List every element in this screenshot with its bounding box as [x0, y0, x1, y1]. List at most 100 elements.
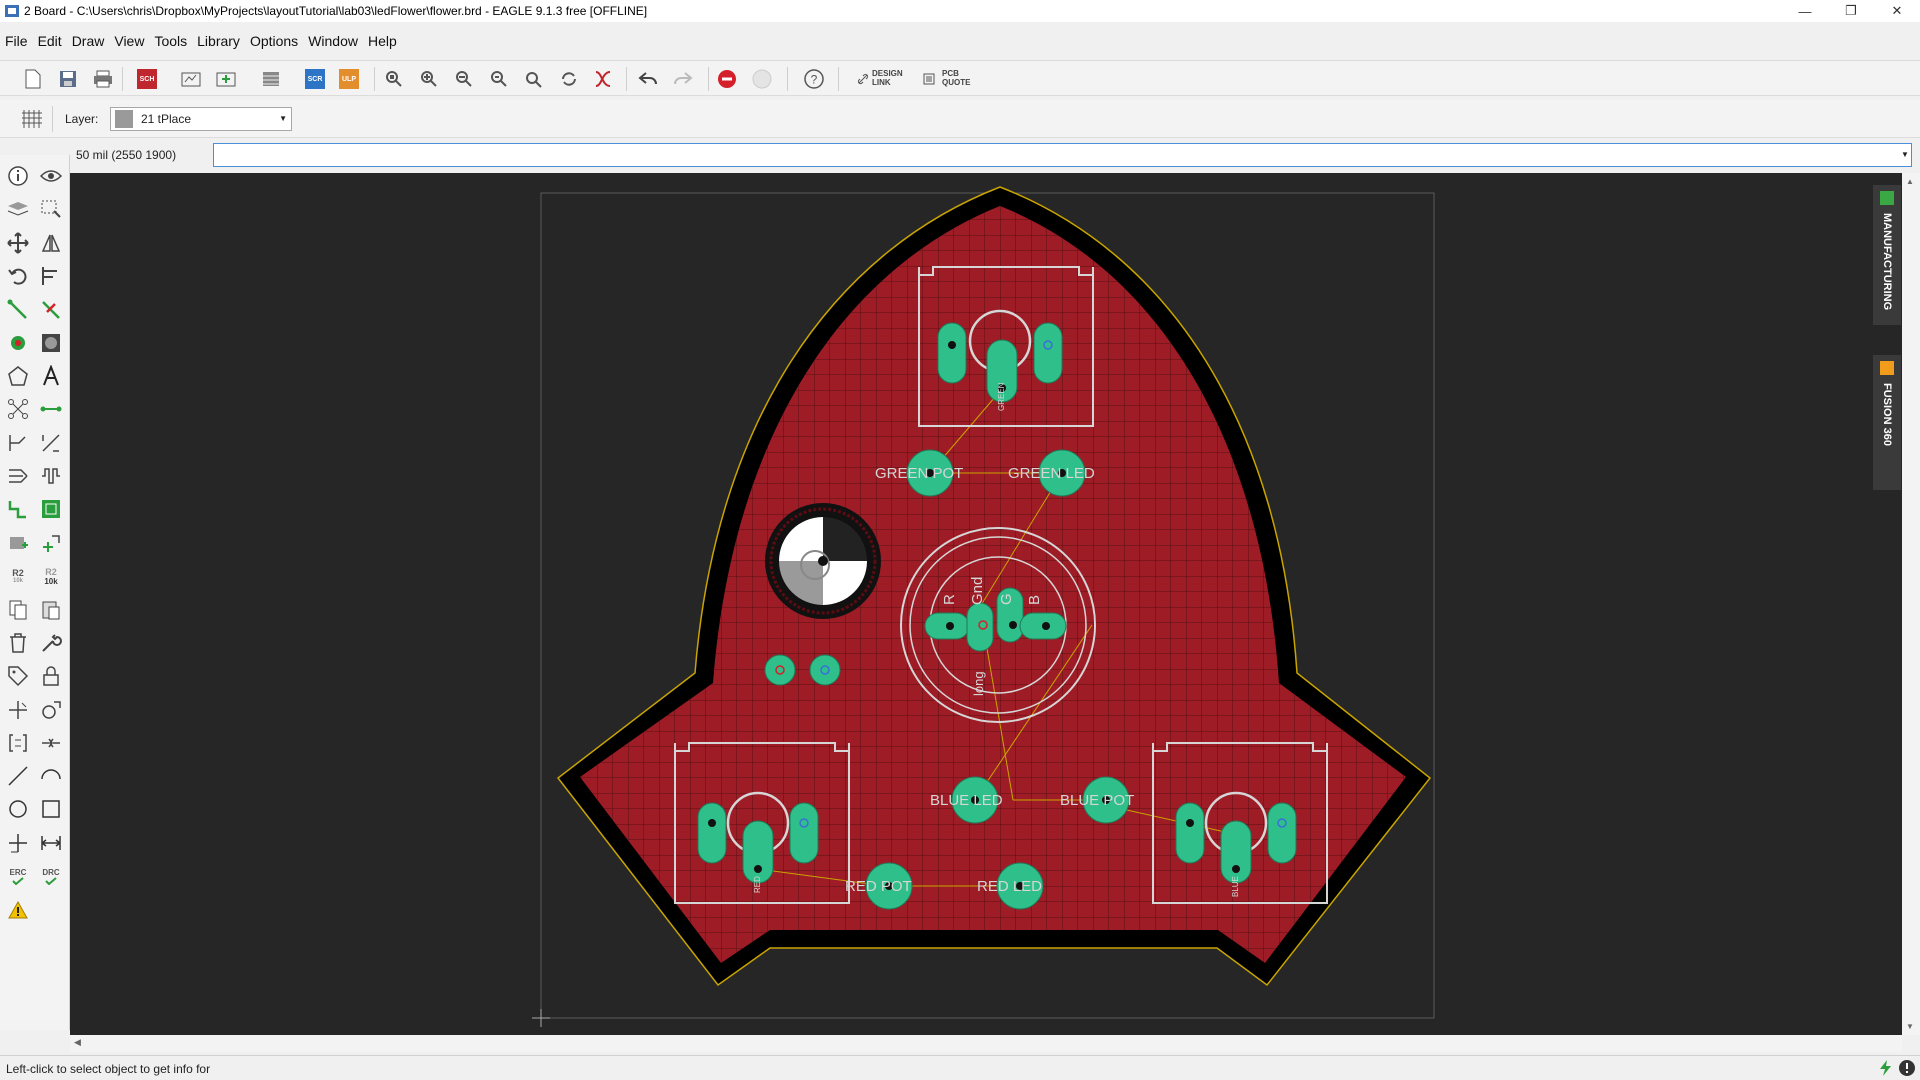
dimension-icon[interactable]	[38, 830, 64, 856]
alert-icon[interactable]	[1898, 1059, 1916, 1077]
show-icon[interactable]	[38, 163, 64, 189]
command-history-dropdown-icon[interactable]: ▼	[1901, 150, 1909, 159]
paste-icon[interactable]	[38, 597, 64, 623]
name-tool[interactable]: R2 10k	[5, 563, 31, 589]
link-icon[interactable]	[856, 67, 870, 91]
join-icon[interactable]	[38, 730, 64, 756]
value-tool[interactable]: R2 10k	[38, 563, 64, 589]
right-scrollbar[interactable]: ▲ ▼	[1902, 173, 1920, 1035]
export-icon[interactable]	[213, 67, 239, 91]
command-input[interactable]	[213, 143, 1912, 167]
fusion-360-tab[interactable]: FUSION 360	[1873, 355, 1901, 490]
align-icon[interactable]	[38, 263, 64, 289]
group-select-icon[interactable]	[38, 196, 64, 222]
replace-icon[interactable]	[38, 530, 64, 556]
horizontal-scrollbar[interactable]: ◀	[70, 1035, 1902, 1052]
layer-stack-icon[interactable]	[258, 67, 284, 91]
pcb-quote-icon[interactable]	[922, 67, 936, 91]
info-icon[interactable]	[5, 163, 31, 189]
menu-draw[interactable]: Draw	[67, 33, 110, 49]
split-icon[interactable]	[38, 430, 64, 456]
mark-icon[interactable]	[5, 830, 31, 856]
menu-options[interactable]: Options	[245, 33, 303, 49]
zoom-last-icon[interactable]	[521, 67, 547, 91]
autorouter-icon[interactable]	[5, 496, 31, 522]
move-icon[interactable]	[5, 230, 31, 256]
layer-select[interactable]: 21 tPlace ▼	[110, 107, 292, 131]
layer-color-swatch	[115, 110, 133, 128]
redo-icon[interactable]	[670, 67, 696, 91]
arc-icon[interactable]	[38, 763, 64, 789]
ratsnest-icon[interactable]	[590, 67, 616, 91]
circle-icon[interactable]	[5, 796, 31, 822]
print-icon[interactable]	[90, 67, 116, 91]
mounting-hole[interactable]	[765, 503, 881, 619]
schematic-icon[interactable]: SCH	[134, 67, 160, 91]
redraw-icon[interactable]	[556, 67, 582, 91]
manufacturing-tab[interactable]: MANUFACTURING	[1873, 185, 1901, 325]
stop-icon[interactable]	[714, 67, 740, 91]
rgb-led-footprint[interactable]: R Gnd G B long	[900, 527, 1096, 723]
ratsnest-tool-icon[interactable]	[38, 496, 64, 522]
text-icon[interactable]	[38, 363, 64, 389]
go-icon[interactable]	[749, 67, 775, 91]
rotate-icon[interactable]	[5, 263, 31, 289]
menu-edit[interactable]: Edit	[33, 33, 67, 49]
wire-icon[interactable]	[38, 396, 64, 422]
line-icon[interactable]	[5, 763, 31, 789]
meander-icon[interactable]	[38, 463, 64, 489]
optimize-icon[interactable]	[5, 463, 31, 489]
smash-icon[interactable]	[5, 697, 31, 723]
swap-icon[interactable]	[38, 697, 64, 723]
copy-icon[interactable]	[5, 597, 31, 623]
drc-button[interactable]: DRC	[38, 863, 64, 889]
miter-icon[interactable]	[5, 430, 31, 456]
add-icon[interactable]	[5, 530, 31, 556]
attribute-icon[interactable]	[5, 663, 31, 689]
manufacturing-icon	[1880, 191, 1894, 205]
zoom-in-icon[interactable]	[416, 67, 442, 91]
route-icon[interactable]	[5, 297, 31, 323]
blue-led-label: BLUE LED	[930, 792, 1003, 809]
rectangle-icon[interactable]	[38, 796, 64, 822]
chevron-down-icon: ▼	[279, 114, 287, 123]
menu-file[interactable]: File	[0, 33, 33, 49]
pcb-quote-label[interactable]: PCB QUOTE	[942, 69, 970, 87]
change-icon[interactable]	[38, 630, 64, 656]
ulp-icon[interactable]: ULP	[336, 67, 362, 91]
close-button[interactable]: ✕	[1874, 0, 1920, 22]
script-icon[interactable]: SCR	[302, 67, 328, 91]
board-canvas[interactable]: GREEN GREEN POT GREEN LED R Gnd G B long…	[70, 173, 1902, 1035]
menu-library[interactable]: Library	[192, 33, 245, 49]
menu-window[interactable]: Window	[303, 33, 363, 49]
minimize-button[interactable]: —	[1782, 0, 1828, 22]
erc-button[interactable]: ERC	[5, 863, 31, 889]
menu-view[interactable]: View	[109, 33, 149, 49]
design-link-label[interactable]: DESIGN LINK	[872, 69, 903, 87]
delete-icon[interactable]	[5, 630, 31, 656]
menu-help[interactable]: Help	[363, 33, 402, 49]
layers-icon[interactable]	[5, 196, 31, 222]
signal-icon[interactable]	[5, 396, 31, 422]
ripup-icon[interactable]	[38, 297, 64, 323]
save-icon[interactable]	[55, 67, 81, 91]
undo-icon[interactable]	[635, 67, 661, 91]
zoom-select-icon[interactable]	[486, 67, 512, 91]
menu-tools[interactable]: Tools	[149, 33, 192, 49]
polygon-icon[interactable]	[5, 363, 31, 389]
gateswap-icon[interactable]	[5, 730, 31, 756]
cam-icon[interactable]	[178, 67, 204, 91]
new-icon[interactable]	[20, 67, 46, 91]
via-icon[interactable]	[5, 330, 31, 356]
lock-icon[interactable]	[38, 663, 64, 689]
help-icon[interactable]: ?	[801, 67, 827, 91]
warning-icon[interactable]	[5, 897, 31, 923]
hole-icon[interactable]	[38, 330, 64, 356]
zoom-out-icon[interactable]	[451, 67, 477, 91]
mirror-icon[interactable]	[38, 230, 64, 256]
board-svg[interactable]: GREEN GREEN POT GREEN LED R Gnd G B long…	[70, 173, 1902, 1035]
grid-icon[interactable]	[20, 108, 44, 130]
zoom-fit-icon[interactable]	[381, 67, 407, 91]
maximize-button[interactable]: ❐	[1828, 0, 1874, 22]
lightning-icon[interactable]	[1877, 1059, 1895, 1077]
